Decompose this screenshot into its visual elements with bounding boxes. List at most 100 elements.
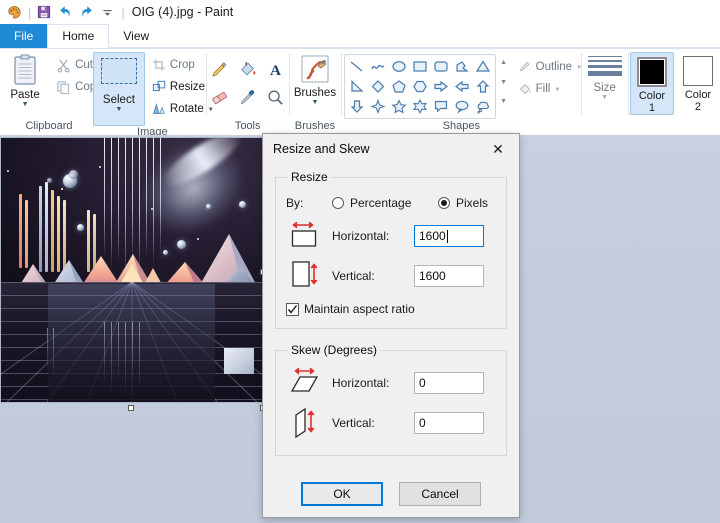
resize-horizontal-row: Horizontal: 1600 <box>286 216 496 256</box>
shape-pentagon[interactable] <box>389 77 409 96</box>
paste-label: Paste <box>10 89 40 101</box>
color-2-button[interactable]: Color 2 <box>676 52 720 113</box>
shape-line[interactable] <box>347 57 367 76</box>
tab-view[interactable]: View <box>109 24 164 48</box>
pencil-tool-icon[interactable] <box>207 56 233 82</box>
shape-right-arrow[interactable] <box>431 77 451 96</box>
title-bar: | | OIG (4).jpg - Paint <box>0 0 720 24</box>
brushes-label: Brushes <box>293 87 337 99</box>
resize-and-skew-dialog: Resize and Skew ✕ Resize By: Percentage … <box>262 133 520 518</box>
shape-four-point-star[interactable] <box>368 97 388 116</box>
shape-cloud-callout[interactable] <box>473 97 493 116</box>
checkbox-box <box>286 302 299 316</box>
skew-horizontal-input[interactable]: 0 <box>414 372 484 394</box>
magnifier-tool-icon[interactable] <box>263 84 289 110</box>
color-1-label-line2: 1 <box>648 102 656 114</box>
tab-file[interactable]: File <box>0 24 48 48</box>
skew-horizontal-label: Horizontal: <box>332 376 390 390</box>
artwork-beam-reflection <box>53 328 54 378</box>
paint-window: | | OIG (4).jpg - Paint File Home View P… <box>0 0 720 523</box>
brush-size-icon <box>587 56 622 76</box>
shapes-scroll-up-icon[interactable]: ▲ <box>498 55 510 70</box>
paint-app-icon[interactable] <box>4 2 24 22</box>
maintain-aspect-ratio-checkbox[interactable]: Maintain aspect ratio <box>286 302 496 316</box>
shape-oval[interactable] <box>389 57 409 76</box>
shape-up-arrow[interactable] <box>473 77 493 96</box>
color-picker-tool-icon[interactable] <box>235 84 261 110</box>
paste-dropdown-caret-icon[interactable]: ▼ <box>22 101 29 108</box>
redo-icon[interactable] <box>76 2 96 22</box>
resize-horizontal-input[interactable]: 1600 <box>414 225 484 247</box>
shape-hexagon[interactable] <box>410 77 430 96</box>
copy-icon <box>57 80 70 94</box>
cancel-button[interactable]: Cancel <box>399 482 481 506</box>
save-icon[interactable] <box>34 2 54 22</box>
close-icon[interactable]: ✕ <box>477 135 519 164</box>
text-tool-icon[interactable]: A <box>263 56 289 82</box>
shapes-scroll-down-icon[interactable]: ▼ <box>498 75 510 90</box>
shape-five-point-star[interactable] <box>389 97 409 116</box>
skew-vertical-input[interactable]: 0 <box>414 412 484 434</box>
resize-vertical-icon <box>286 259 332 293</box>
select-button[interactable]: Select ▼ <box>92 52 145 126</box>
paintbrush-icon <box>301 55 329 83</box>
brushes-dropdown-caret-icon[interactable]: ▼ <box>312 99 319 106</box>
shape-rectangle[interactable] <box>410 57 430 76</box>
shape-polygon[interactable] <box>452 57 472 76</box>
artwork-beam-reflection <box>111 322 112 392</box>
shape-diamond[interactable] <box>368 77 388 96</box>
shape-right-triangle[interactable] <box>347 77 367 96</box>
shape-triangle[interactable] <box>473 57 493 76</box>
undo-icon[interactable] <box>55 2 75 22</box>
color-1-button[interactable]: Color 1 <box>629 52 674 115</box>
fill-button[interactable]: Fill ▼ <box>515 78 585 100</box>
maintain-aspect-ratio-label: Maintain aspect ratio <box>304 302 415 316</box>
shape-oval-callout[interactable] <box>452 97 472 116</box>
group-label-clipboard: Clipboard <box>25 120 73 132</box>
canvas-resize-handle-bottom[interactable] <box>128 405 134 411</box>
resize-vertical-input[interactable]: 1600 <box>414 265 484 287</box>
skew-vertical-label: Vertical: <box>332 416 375 430</box>
radio-pixels[interactable]: Pixels <box>438 196 488 210</box>
radio-percentage[interactable]: Percentage <box>332 196 438 210</box>
window-title: OIG (4).jpg - Paint <box>131 5 234 19</box>
rotate-label: Rotate <box>169 103 204 115</box>
image-canvas[interactable] <box>0 137 263 403</box>
customize-quick-access-toolbar-icon[interactable] <box>97 2 117 22</box>
radio-pixels-label: Pixels <box>456 196 489 210</box>
outline-button[interactable]: Outline ▼ <box>515 56 585 78</box>
brushes-button[interactable]: Brushes ▼ <box>289 52 341 106</box>
shape-left-arrow[interactable] <box>452 77 472 96</box>
shape-rounded-rectangle[interactable] <box>431 57 451 76</box>
skew-horizontal-icon <box>286 366 332 400</box>
crop-label: Crop <box>169 59 195 71</box>
tab-home[interactable]: Home <box>47 24 110 48</box>
radio-percentage-dot <box>332 197 344 209</box>
ok-button[interactable]: OK <box>301 482 383 506</box>
shapes-gallery[interactable] <box>343 54 496 119</box>
shape-down-arrow[interactable] <box>347 97 367 116</box>
size-button[interactable]: Size ▼ <box>582 52 628 101</box>
paste-button[interactable]: Paste ▼ <box>0 52 51 108</box>
shapes-gallery-scrollbar[interactable]: ▲ ▼ ▼ <box>498 55 510 109</box>
fill-with-color-tool-icon[interactable] <box>235 56 261 82</box>
size-dropdown-caret-icon[interactable]: ▼ <box>601 94 608 101</box>
skew-section: Skew (Degrees) Horizontal: 0 Vertical: 0 <box>275 343 507 456</box>
skew-horizontal-value: 0 <box>419 376 426 390</box>
shapes-expand-icon[interactable]: ▼ <box>498 94 510 109</box>
artwork-beam-reflection <box>125 322 126 394</box>
text-cursor <box>446 229 448 243</box>
dialog-body: Resize By: Percentage Pixels Horizontal:… <box>263 164 519 456</box>
shape-six-point-star[interactable] <box>410 97 430 116</box>
resize-label: Resize <box>169 81 206 93</box>
artwork-beam-reflection <box>139 322 140 390</box>
rotate-icon <box>153 103 165 114</box>
shape-curve[interactable] <box>368 57 388 76</box>
select-dropdown-caret-icon[interactable]: ▼ <box>115 106 122 113</box>
eraser-tool-icon[interactable] <box>207 84 233 110</box>
resize-horizontal-label: Horizontal: <box>332 229 390 243</box>
dialog-title: Resize and Skew <box>273 142 370 156</box>
resize-vertical-label: Vertical: <box>332 269 375 283</box>
shape-rounded-callout[interactable] <box>431 97 451 116</box>
fill-dropdown-caret-icon[interactable]: ▼ <box>554 87 560 93</box>
